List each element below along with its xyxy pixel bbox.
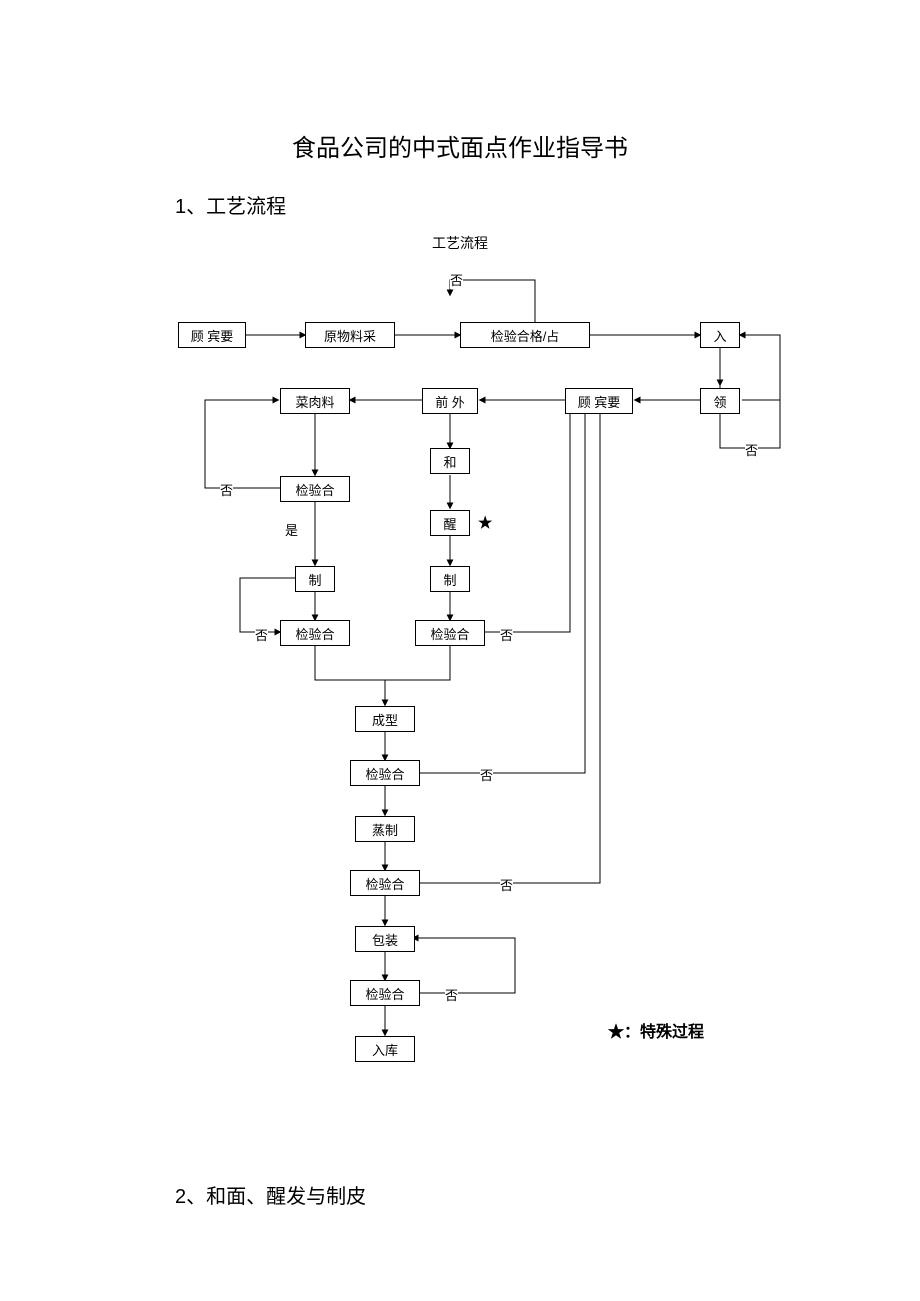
- box-mix: 和: [430, 448, 470, 474]
- box-inspect-1: 检验合: [280, 476, 350, 502]
- label-no-top: 否: [450, 270, 463, 289]
- section-2-num: 2: [175, 1186, 186, 1208]
- section-2-heading: 2、和面、醒发与制皮: [175, 1180, 366, 1209]
- flowchart-arrows: [160, 260, 800, 1080]
- box-rise: 醒: [430, 510, 470, 536]
- box-veg-meat: 菜肉料: [280, 388, 350, 414]
- label-no-insp6: 否: [445, 985, 458, 1004]
- section-1-label: 、工艺流程: [186, 196, 286, 218]
- section-1-heading: 1、工艺流程: [175, 190, 286, 219]
- label-no-insp1: 否: [220, 480, 233, 499]
- box-raw-material: 原物料采: [305, 322, 395, 348]
- box-make-1: 制: [295, 566, 335, 592]
- flowchart: 顾 宾要 原物料采 检验合格/占 入 领 顾 宾要 前 外 菜肉料 和 检验合 …: [160, 260, 800, 1080]
- label-no-insp2: 否: [255, 625, 268, 644]
- box-prep: 前 外: [422, 388, 478, 414]
- box-inspect-3: 检验合: [415, 620, 485, 646]
- box-customer-req-1: 顾 宾要: [178, 322, 246, 348]
- box-inspect-2: 检验合: [280, 620, 350, 646]
- box-store: 入库: [355, 1036, 415, 1062]
- box-shape: 成型: [355, 706, 415, 732]
- box-inspect-4: 检验合: [350, 760, 420, 786]
- box-make-2: 制: [430, 566, 470, 592]
- box-customer-req-2: 顾 宾要: [565, 388, 633, 414]
- page-title: 食品公司的中式面点作业指导书: [0, 128, 920, 163]
- label-yes-insp1: 是: [285, 520, 298, 539]
- label-no-insp4: 否: [480, 765, 493, 784]
- star-marker: ★: [478, 513, 492, 533]
- box-pack: 包装: [355, 926, 415, 952]
- box-steam: 蒸制: [355, 816, 415, 842]
- diagram-caption: 工艺流程: [0, 233, 920, 253]
- box-inspect-5: 检验合: [350, 870, 420, 896]
- star-legend: ★：特殊过程: [608, 1018, 704, 1042]
- label-no-insp3: 否: [500, 625, 513, 644]
- section-1-num: 1: [175, 196, 186, 218]
- section-2-label: 、和面、醒发与制皮: [186, 1186, 366, 1208]
- box-receive: 领: [700, 388, 740, 414]
- label-no-insp5: 否: [500, 875, 513, 894]
- box-in: 入: [700, 322, 740, 348]
- box-inspect-6: 检验合: [350, 980, 420, 1006]
- box-inspect-or-hold: 检验合格/占: [460, 322, 590, 348]
- label-no-receive: 否: [745, 440, 758, 459]
